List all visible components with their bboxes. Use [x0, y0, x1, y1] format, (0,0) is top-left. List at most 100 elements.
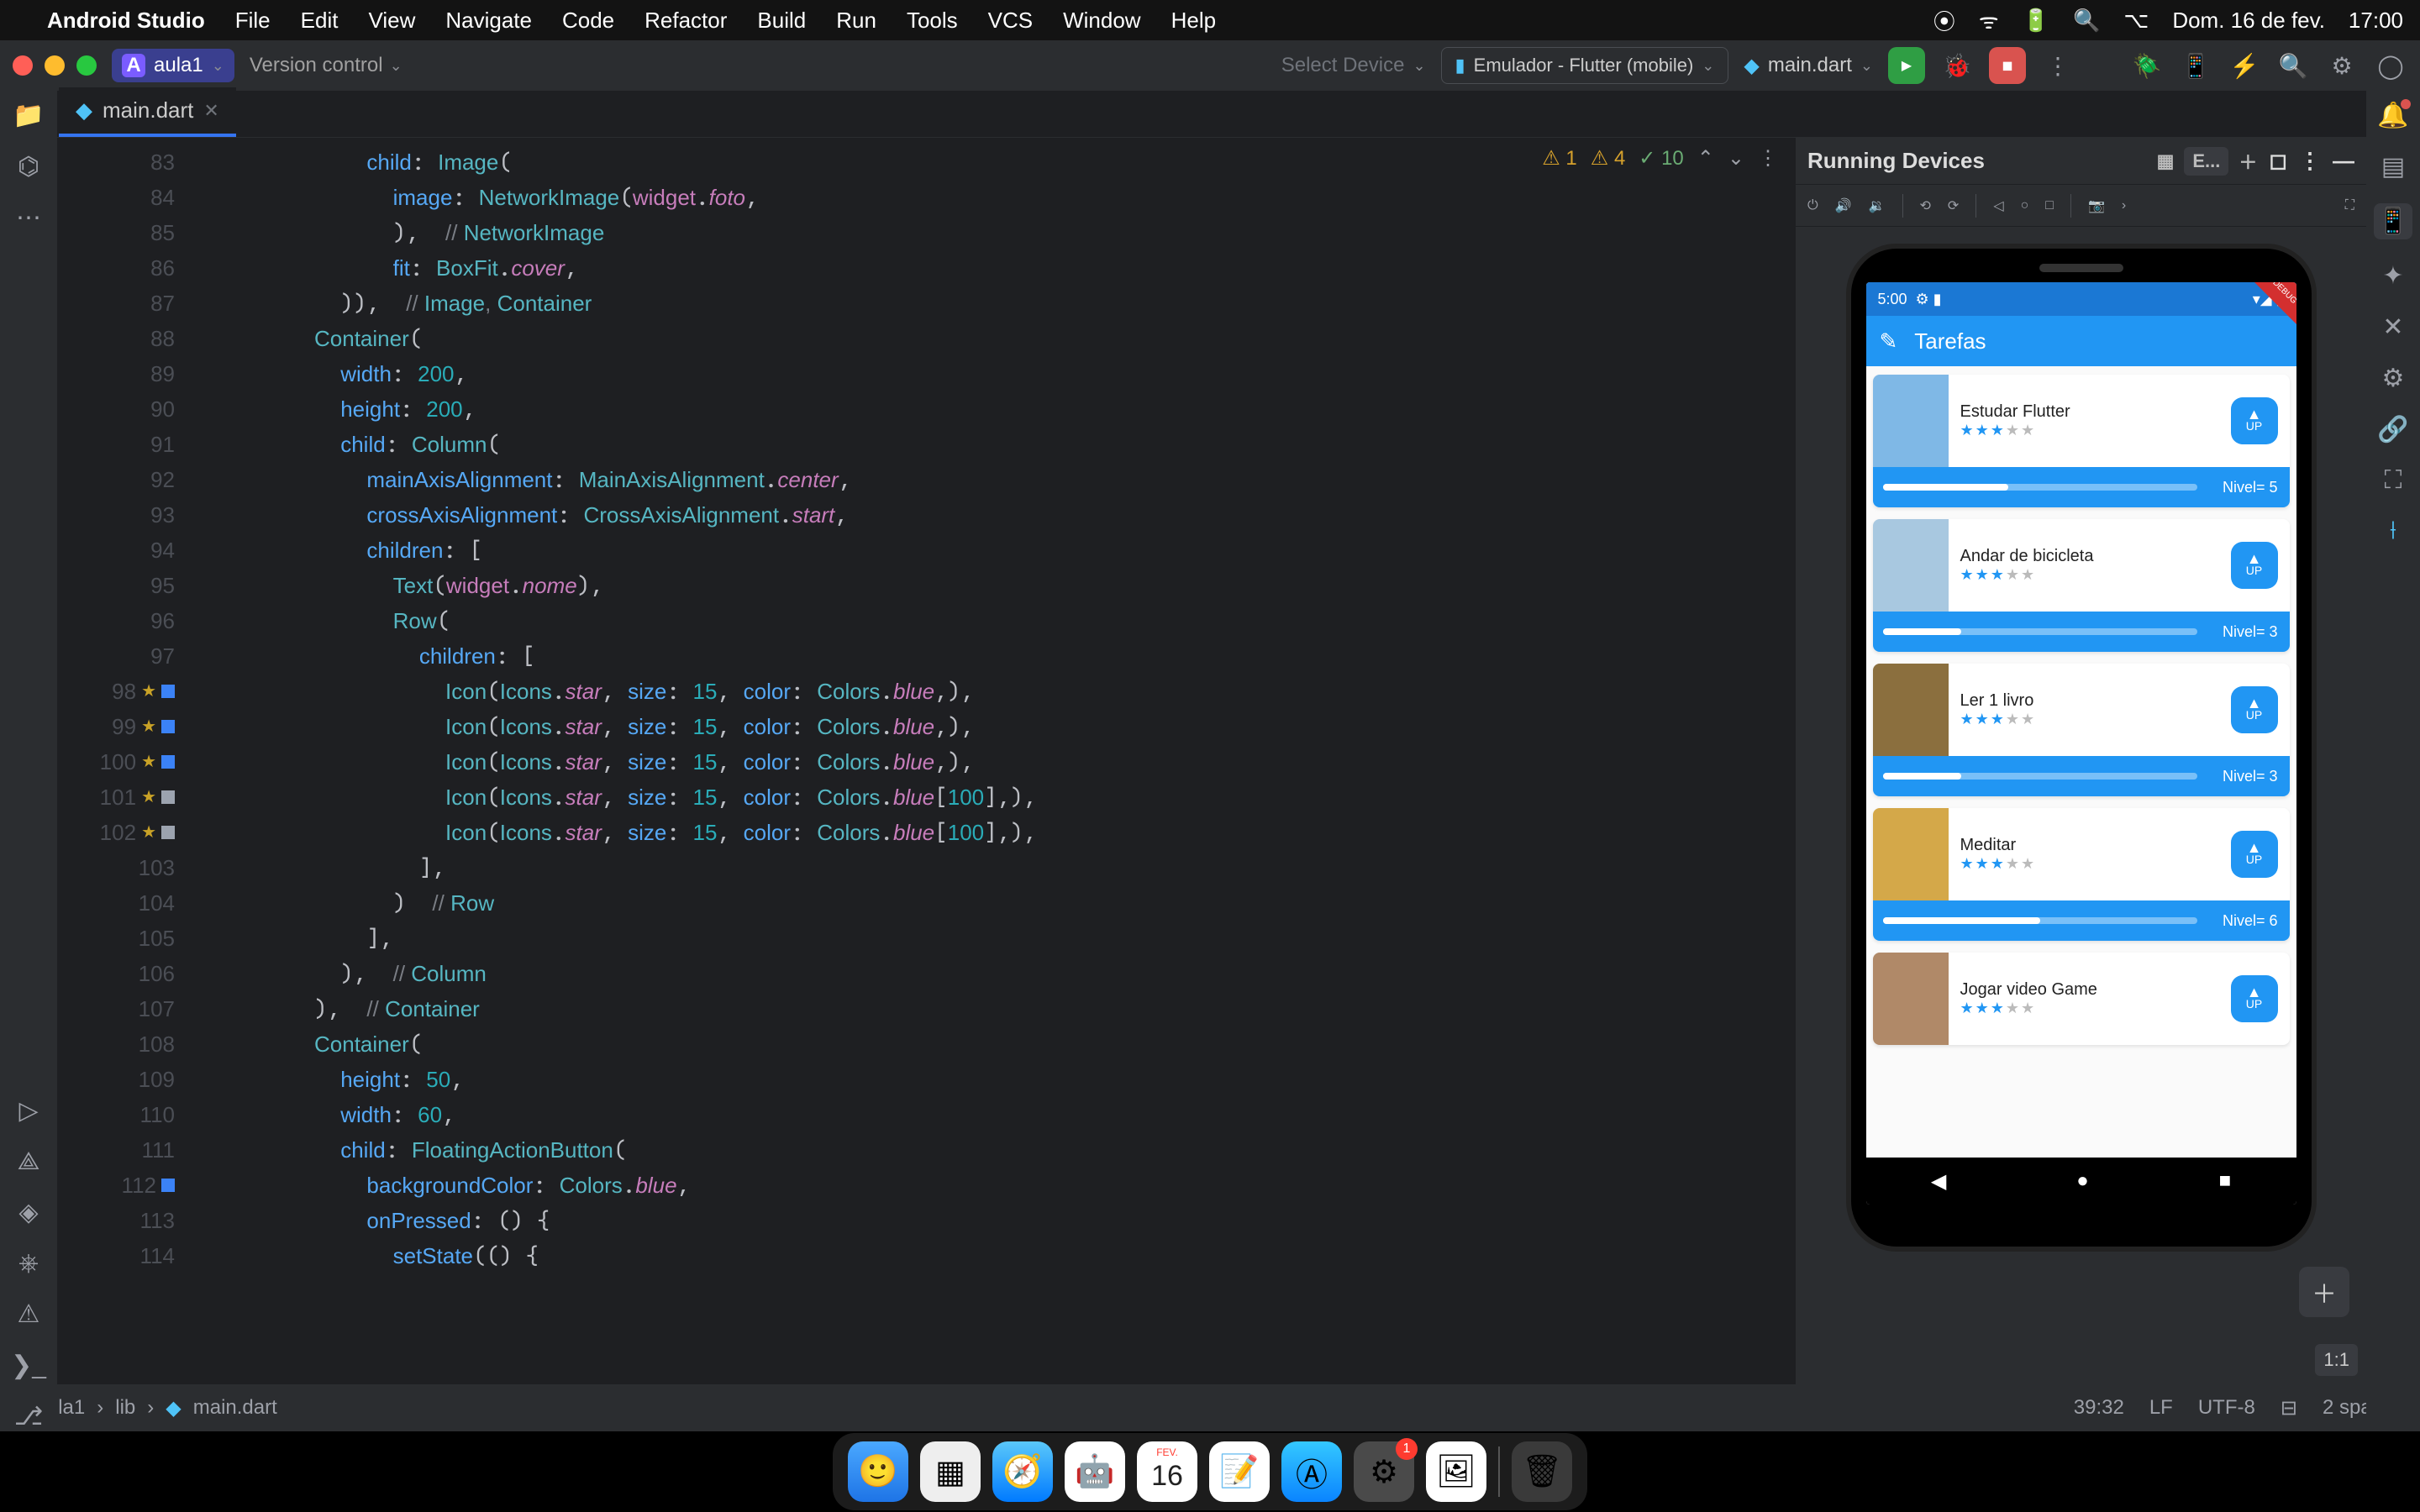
- link-tool-icon[interactable]: 🔗: [2377, 415, 2408, 444]
- flutter-inspector-icon[interactable]: ⟊: [2390, 517, 2396, 545]
- file-encoding[interactable]: UTF-8: [2198, 1396, 2255, 1420]
- account-icon[interactable]: ◯: [2374, 49, 2407, 82]
- ai-tool-icon[interactable]: ✦: [2382, 261, 2403, 291]
- up-button[interactable]: ▲UP: [2231, 686, 2278, 733]
- version-control-widget[interactable]: Version control ⌄: [250, 54, 402, 77]
- launchpad-icon[interactable]: ▦: [920, 1441, 981, 1502]
- select-device-dropdown[interactable]: Select Device ⌄: [1281, 54, 1426, 77]
- notifications-icon[interactable]: 🔔: [2377, 101, 2408, 130]
- tools-icon[interactable]: ✕: [2382, 312, 2403, 342]
- appstore-icon[interactable]: Ⓐ: [1281, 1441, 1342, 1502]
- flutter-tool-icon[interactable]: ⟁: [18, 1147, 40, 1176]
- menubar-time[interactable]: 17:00: [2349, 8, 2403, 34]
- breadcrumb-file[interactable]: main.dart: [193, 1396, 277, 1420]
- device-tab-icon[interactable]: ▦: [2157, 150, 2175, 172]
- emulator-screen[interactable]: 5:00 ⚙ ▮ ▾◢ ▮ ✎ Tarefas Estudar Flutter …: [1866, 282, 2296, 1205]
- terminal-tool-icon[interactable]: ❯_: [11, 1351, 46, 1380]
- preview-icon[interactable]: 🖼: [1426, 1441, 1486, 1502]
- up-button[interactable]: ▲UP: [2231, 397, 2278, 444]
- zoom-level[interactable]: 1:1: [2315, 1344, 2358, 1376]
- more-tool-icon[interactable]: ⋯: [16, 203, 41, 233]
- volume-up-icon[interactable]: 🔊: [1835, 197, 1852, 214]
- menu-tools[interactable]: Tools: [907, 8, 958, 34]
- window-mode-icon[interactable]: ◻: [2269, 148, 2287, 174]
- power-icon[interactable]: ⏻: [1807, 198, 1818, 213]
- more-actions-icon[interactable]: ⋮: [2041, 49, 2075, 82]
- problems-tool-icon[interactable]: ⚠: [18, 1299, 40, 1329]
- volume-down-icon[interactable]: 🔉: [1869, 197, 1886, 214]
- bug-icon[interactable]: 🪲: [2130, 49, 2164, 82]
- more-icon[interactable]: ⋮: [1758, 146, 1778, 171]
- readonly-icon[interactable]: ⊟: [2281, 1396, 2297, 1420]
- wifi-icon[interactable]: ᯤ: [1979, 5, 1999, 35]
- nav-home-icon[interactable]: ●: [2076, 1169, 2089, 1193]
- safari-icon[interactable]: 🧭: [992, 1441, 1053, 1502]
- menu-view[interactable]: View: [368, 8, 415, 34]
- edit-icon[interactable]: ✎: [1880, 328, 1898, 354]
- zoom-window[interactable]: [76, 55, 97, 76]
- line-separator[interactable]: LF: [2149, 1396, 2173, 1420]
- stop-button[interactable]: ◼: [1989, 47, 2026, 84]
- close-tab-icon[interactable]: ✕: [203, 100, 218, 122]
- system-settings-icon[interactable]: ⚙ 1: [1354, 1441, 1414, 1502]
- menu-help[interactable]: Help: [1171, 8, 1216, 34]
- search-everywhere-icon[interactable]: 🔍: [2276, 49, 2310, 82]
- overview-icon[interactable]: □: [2045, 198, 2054, 213]
- next-icon[interactable]: ›: [2122, 198, 2126, 213]
- settings-icon[interactable]: ⚙: [2325, 49, 2359, 82]
- screen-record-icon[interactable]: ⦿: [1933, 5, 1955, 36]
- spotlight-icon[interactable]: 🔍: [2073, 8, 2100, 34]
- up-icon[interactable]: ⌃: [1697, 146, 1714, 171]
- gradle-tool-icon[interactable]: ⚙: [2382, 364, 2405, 393]
- control-center-icon[interactable]: ⌥: [2123, 8, 2149, 34]
- run-tool-icon[interactable]: ▷: [18, 1096, 38, 1126]
- git-tool-icon[interactable]: ⎇: [14, 1402, 44, 1431]
- menu-navigate[interactable]: Navigate: [445, 8, 532, 34]
- minimize-window[interactable]: [45, 55, 65, 76]
- debug-button[interactable]: 🐞: [1940, 49, 1974, 82]
- trash-icon[interactable]: 🗑: [1512, 1441, 1572, 1502]
- menu-build[interactable]: Build: [757, 8, 806, 34]
- menu-file[interactable]: File: [235, 8, 271, 34]
- minimize-panel-icon[interactable]: —: [2333, 148, 2354, 174]
- editor-gutter[interactable]: 83848586878889909192939495969798★99★100★…: [57, 138, 183, 1384]
- project-selector[interactable]: A aula1 ⌄: [112, 49, 234, 82]
- menu-code[interactable]: Code: [562, 8, 614, 34]
- code-area[interactable]: child: Image( image: NetworkImage(widget…: [183, 138, 1795, 1384]
- expand-icon[interactable]: ⛶: [2345, 198, 2354, 213]
- notes-icon[interactable]: 📝: [1209, 1441, 1270, 1502]
- profiler-tool-icon[interactable]: ◈: [18, 1198, 38, 1227]
- up-button[interactable]: ▲UP: [2231, 975, 2278, 1022]
- inspection-widget[interactable]: ⚠ 1 ⚠ 4 ✓ 10 ⌃ ⌄ ⋮: [1542, 146, 1778, 171]
- close-window[interactable]: [13, 55, 33, 76]
- flash-icon[interactable]: ⚡: [2228, 49, 2261, 82]
- add-device-icon[interactable]: ＋: [2238, 148, 2257, 175]
- screenshot-icon[interactable]: 📷: [2088, 197, 2105, 214]
- menu-window[interactable]: Window: [1063, 8, 1140, 34]
- down-icon[interactable]: ⌄: [1728, 146, 1744, 171]
- database-tool-icon[interactable]: ▤: [2381, 152, 2405, 181]
- up-button[interactable]: ▲UP: [2231, 542, 2278, 589]
- tasks-list[interactable]: Estudar Flutter ★★★★★ ▲UP Nivel= 5 Andar…: [1866, 366, 2296, 1158]
- nav-overview-icon[interactable]: ■: [2219, 1169, 2232, 1193]
- menu-refactor[interactable]: Refactor: [644, 8, 727, 34]
- build-tool-icon[interactable]: ⎈: [18, 1249, 39, 1278]
- run-button[interactable]: ▶: [1888, 47, 1925, 84]
- calendar-icon[interactable]: FEV. 16: [1137, 1441, 1197, 1502]
- nav-back-icon[interactable]: ◀: [1931, 1169, 1946, 1194]
- scan-tool-icon[interactable]: ⛶: [2385, 466, 2402, 495]
- tab-main-dart[interactable]: ◆ main.dart ✕: [59, 87, 236, 137]
- structure-tool-icon[interactable]: ⌬: [18, 152, 39, 181]
- rotate-right-icon[interactable]: ⟳: [1948, 197, 1959, 214]
- rotate-left-icon[interactable]: ⟲: [1920, 197, 1931, 214]
- up-button[interactable]: ▲UP: [2231, 831, 2278, 878]
- emulator-selector[interactable]: ▮ Emulador - Flutter (mobile) ⌄: [1441, 47, 1729, 84]
- zoom-add-button[interactable]: ＋: [2299, 1267, 2349, 1317]
- home-icon[interactable]: ○: [2021, 198, 2029, 213]
- back-icon[interactable]: ◁: [1993, 197, 2003, 214]
- battery-icon[interactable]: 🔋: [2023, 8, 2049, 34]
- caret-position[interactable]: 39:32: [2074, 1396, 2124, 1420]
- menu-vcs[interactable]: VCS: [988, 8, 1033, 34]
- app-name[interactable]: Android Studio: [47, 8, 205, 34]
- finder-icon[interactable]: 🙂: [848, 1441, 908, 1502]
